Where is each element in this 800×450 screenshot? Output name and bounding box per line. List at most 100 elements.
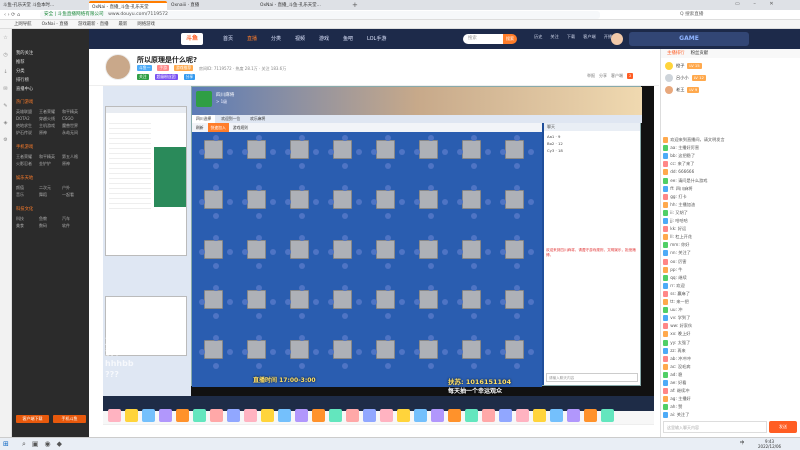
sidebar-cat[interactable]: 原神 (39, 129, 62, 136)
sidebar-cat[interactable]: 英雄联盟 (16, 108, 39, 115)
gift-icon[interactable] (482, 409, 495, 422)
game-table-seat[interactable] (204, 140, 223, 159)
sidebar-item-follow[interactable]: 我的关注 (12, 49, 89, 58)
game-table-seat[interactable] (419, 340, 438, 359)
search-box[interactable]: Q 搜索直播 (680, 11, 703, 17)
bookmark[interactable]: 上网导航 (14, 21, 32, 27)
game-table-seat[interactable] (505, 290, 524, 309)
game-table-seat[interactable] (333, 290, 352, 309)
sidebar-cat[interactable]: 和平精英 (39, 153, 62, 160)
follow-button[interactable]: 关注 (137, 74, 149, 80)
nav-download[interactable]: 下载 (567, 34, 575, 40)
start-icon[interactable]: ⊞ (3, 440, 9, 448)
game-table-seat[interactable] (376, 340, 395, 359)
sidebar-cat[interactable]: 软件 (62, 222, 85, 229)
sidebar-cat[interactable]: DOTA2 (16, 115, 39, 122)
folder-icon[interactable]: ▣ (32, 440, 39, 449)
browser-tab[interactable]: OxNai - 直播_斗鱼-孔乐天堂… (257, 1, 349, 10)
new-tab-button[interactable]: + (352, 1, 358, 9)
rank-row[interactable]: 老王 LV 9 (665, 84, 796, 96)
gift-icon[interactable] (397, 409, 410, 422)
sidebar-item-category[interactable]: 分类 (12, 67, 89, 76)
sidebar-cat[interactable]: 炉石传说 (16, 129, 39, 136)
game-table-seat[interactable] (419, 240, 438, 259)
game-table-seat[interactable] (462, 140, 481, 159)
sidebar-cat[interactable]: 王者荣耀 (16, 153, 39, 160)
ime-indicator[interactable]: 中 (740, 440, 744, 446)
game-table-seat[interactable] (376, 290, 395, 309)
nav-history[interactable]: 历史 (534, 34, 542, 40)
game-table-seat[interactable] (376, 190, 395, 209)
gift-icon[interactable] (125, 409, 138, 422)
gift-icon[interactable] (210, 409, 223, 422)
gift-icon[interactable] (414, 409, 427, 422)
nav-follow[interactable]: 关注 (550, 34, 558, 40)
sidebar-cat[interactable]: 穿越火线 (39, 115, 62, 122)
nav-video[interactable]: 视频 (295, 35, 305, 42)
client-link[interactable]: 客户端 (611, 73, 623, 79)
share-button[interactable]: 分享 (183, 74, 196, 80)
game-table-seat[interactable] (462, 240, 481, 259)
game-table-seat[interactable] (290, 140, 309, 159)
gift-icon[interactable] (346, 409, 359, 422)
nav-game[interactable]: 游戏 (319, 35, 329, 42)
star-icon[interactable]: ☆ (3, 35, 7, 41)
mobile-app-button[interactable]: 手机斗鱼 (53, 415, 86, 423)
game-rules-button[interactable]: 游戏规则 (233, 123, 248, 132)
nav-home[interactable]: 首页 (223, 35, 233, 42)
nav-fishbar[interactable]: 鱼吧 (343, 35, 353, 42)
url-field[interactable]: 安全 | 斗鱼直播网络有限公司 www.douyu.com/7119572 (40, 11, 600, 19)
game-table-seat[interactable] (505, 340, 524, 359)
game-table-seat[interactable] (290, 190, 309, 209)
game-table-seat[interactable] (505, 190, 524, 209)
gift-icon[interactable] (227, 409, 240, 422)
system-clock[interactable]: 9:43 2022/12/06 (758, 439, 781, 449)
sidebar-cat[interactable]: 美食 (16, 222, 39, 229)
gift-icon[interactable] (584, 409, 597, 422)
game-table-seat[interactable] (247, 290, 266, 309)
nav-lol-mobile[interactable]: LOL手游 (367, 35, 386, 42)
bookmark[interactable]: 网络游戏 (137, 21, 155, 27)
game-table-seat[interactable] (462, 190, 481, 209)
sidebar-cat[interactable]: 原神 (62, 160, 85, 167)
sidebar-cat[interactable]: 金铲铲 (39, 160, 62, 167)
browser-icon[interactable]: ◉ (45, 440, 51, 449)
gift-icon[interactable] (312, 409, 325, 422)
sidebar-cat[interactable]: 舞蹈 (39, 191, 62, 198)
sidebar-cat[interactable]: 绝地求生 (16, 122, 39, 129)
sidebar-cat[interactable]: 主机游戏 (39, 122, 62, 129)
sidebar-item-rank[interactable]: 排行榜 (12, 76, 89, 85)
note-icon[interactable]: ✎ (3, 103, 7, 109)
game-tab[interactable]: 四川选择 (192, 115, 216, 123)
gift-icon[interactable] (142, 409, 155, 422)
game-table-seat[interactable] (376, 240, 395, 259)
sidebar-cat[interactable]: 汽车 (62, 215, 85, 222)
gift-icon[interactable] (261, 409, 274, 422)
bookmark[interactable]: OxNai - 直播 (42, 21, 68, 27)
game-table-seat[interactable] (333, 190, 352, 209)
game-icon[interactable]: ◈ (4, 120, 8, 126)
player-row[interactable]: Bo2 · 12 (547, 141, 637, 148)
gift-icon[interactable] (159, 409, 172, 422)
sidebar-cat[interactable]: 和平精英 (62, 108, 85, 115)
sidebar-cat[interactable]: 王者荣耀 (39, 108, 62, 115)
site-logo[interactable]: 斗鱼 (181, 33, 203, 45)
bookmark[interactable]: 最新 (119, 21, 128, 27)
chat-tab-fan-rank[interactable]: 粉丝贡献 (691, 49, 709, 58)
gift-icon[interactable] (193, 409, 206, 422)
settings-icon[interactable]: ⚙ (3, 137, 7, 143)
rank-row[interactable]: 吕小小 LV 12 (665, 72, 796, 84)
nav-promo-banner[interactable]: GAME (629, 32, 749, 46)
gift-icon[interactable] (278, 409, 291, 422)
sidebar-cat[interactable]: 魔兽世界 (62, 122, 85, 129)
game-table-seat[interactable] (247, 140, 266, 159)
sidebar-cat[interactable]: 火影忍者 (16, 160, 39, 167)
share-link[interactable]: 分享 (599, 73, 607, 79)
game-table-seat[interactable] (204, 290, 223, 309)
sidebar-cat[interactable]: 科技 (16, 215, 39, 222)
video-player[interactable]: 直播 汉中 hhhbb ??? 四川麻将 > 1级 四川选择 欢迎到一位 欢乐麻… (103, 86, 654, 411)
gift-icon[interactable] (431, 409, 444, 422)
game-table-seat[interactable] (290, 340, 309, 359)
room-tag[interactable]: 手游 (157, 65, 169, 71)
gift-icon[interactable] (176, 409, 189, 422)
